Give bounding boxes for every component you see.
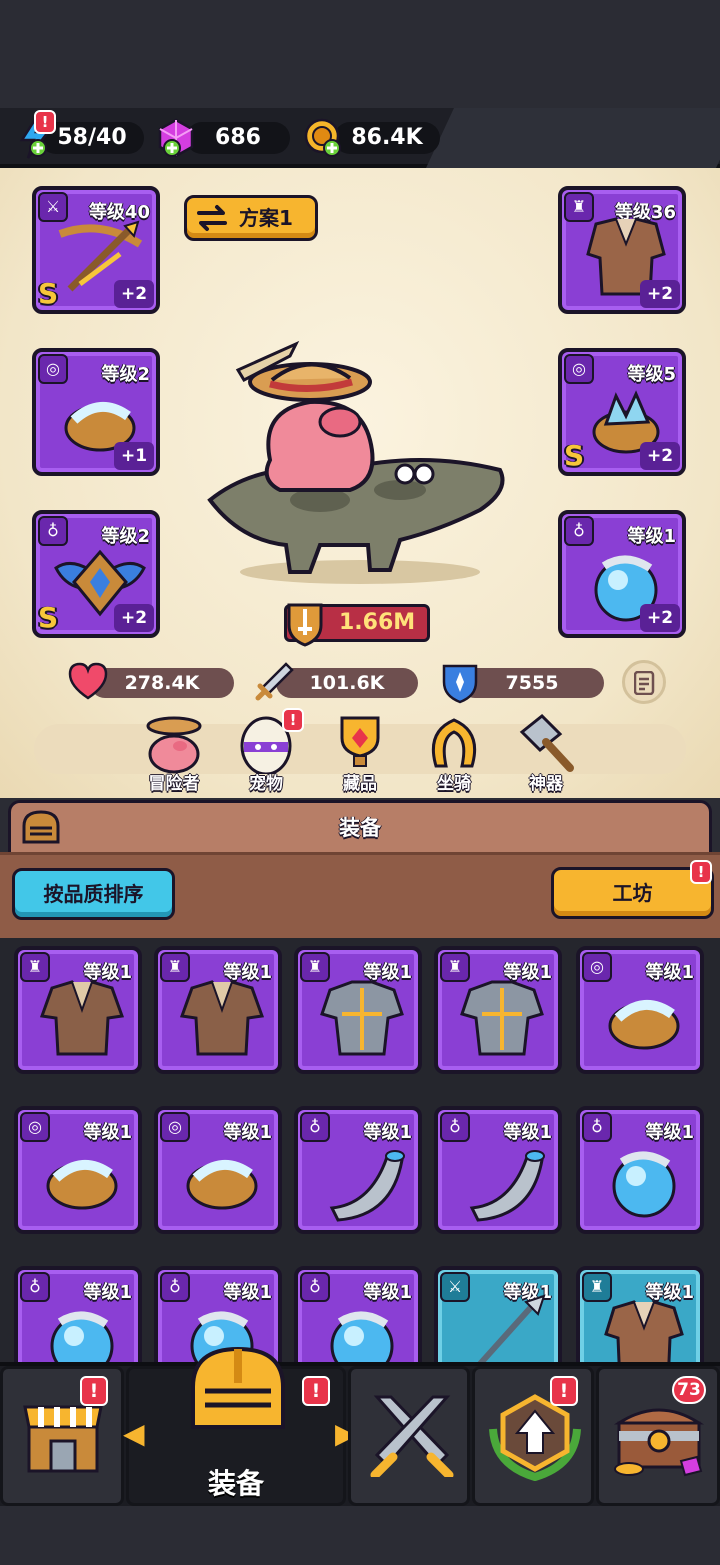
plan-switch-button[interactable]: 方案1	[184, 195, 318, 241]
inventory-item[interactable]: ♁ 等级1	[434, 1106, 562, 1234]
leather-armor-icon	[39, 980, 125, 1056]
crystal-orb-icon	[50, 1311, 114, 1366]
inventory-item[interactable]: ◎ 等级1	[14, 1106, 142, 1234]
hero-character[interactable]	[200, 340, 520, 590]
leather-vest-icon	[604, 1300, 684, 1366]
amulet-right-plus: +2	[640, 604, 680, 632]
workshop-alert-badge: !	[690, 860, 712, 884]
equipped-amulet-left-slot[interactable]: ♁ 等级2 S +2	[32, 510, 160, 638]
equipped-amulet-right-slot[interactable]: ♁ 等级1 +2	[558, 510, 686, 638]
amulet-left-plus: +2	[114, 604, 154, 632]
ring-right-rank: S	[564, 439, 585, 472]
ring-left-plus: +1	[114, 442, 154, 470]
inventory-item[interactable]: ⚔ 等级1	[434, 1266, 562, 1366]
equipped-ring-right-slot[interactable]: ◎ 等级5 S +2	[558, 348, 686, 476]
menu-collection-label: 藏品	[343, 774, 377, 794]
plate-armor-icon	[460, 980, 544, 1056]
inventory-item[interactable]: ♜ 等级1	[434, 946, 562, 1074]
spear-icon	[474, 1294, 546, 1366]
resource-bar-decoration	[426, 108, 720, 168]
shop-alert-badge: !	[80, 1376, 108, 1406]
inventory-item[interactable]: ◎ 等级1	[576, 946, 704, 1074]
gold-counter: 86.4K	[334, 122, 440, 154]
bracer-icon	[608, 999, 680, 1050]
inventory-grid: ♜ 等级1 ♜ 等级1 ♜ 等级1 ♜ 等级1 ◎ 等级1 ◎ 等级1 ◎ 等级…	[0, 938, 720, 1366]
shield-icon	[438, 660, 482, 704]
menu-mount-label: 坐骑	[437, 774, 471, 794]
pig-hero-icon	[146, 716, 202, 774]
menu-pet-label: 宠物	[249, 774, 283, 794]
menu-collection[interactable]: 藏品	[320, 712, 400, 794]
inventory-item[interactable]: ♁ 等级1	[14, 1266, 142, 1366]
menu-adventurer-label: 冒险者	[148, 774, 200, 794]
crystal-orb-icon	[612, 1151, 676, 1218]
gesture-area	[0, 1506, 720, 1565]
weapon-rank: S	[38, 277, 59, 310]
inventory-item[interactable]: ♁ 等级1	[294, 1106, 422, 1234]
menu-adventurer[interactable]: 冒险者	[134, 712, 214, 794]
attack-stat: 101.6K	[276, 668, 418, 698]
inventory-item[interactable]: ♜ 等级1	[154, 946, 282, 1074]
amulet-left-rank: S	[38, 601, 59, 634]
inventory-item[interactable]: ◎ 等级1	[154, 1106, 282, 1234]
bracer-icon	[46, 1159, 118, 1210]
swap-icon	[195, 204, 229, 245]
pet-alert-badge: !	[282, 708, 304, 732]
plan-label: 方案1	[239, 206, 293, 230]
menu-mount[interactable]: 坐骑	[414, 712, 494, 794]
treasure-chest-icon	[611, 1393, 707, 1483]
horn-icon	[329, 1150, 405, 1222]
sort-by-quality-button[interactable]: 按品质排序	[12, 868, 175, 920]
crystal-orb-icon	[330, 1311, 394, 1366]
energy-alert-badge: !	[34, 110, 56, 134]
nav-equipment-label: 装备	[207, 1467, 264, 1500]
status-spacer	[0, 0, 720, 108]
treasure-count-badge: 73	[672, 1376, 706, 1404]
upgrade-alert-badge: !	[550, 1376, 578, 1406]
inventory-item[interactable]: ♁ 等级1	[294, 1266, 422, 1366]
equipment-alert-badge: !	[302, 1376, 330, 1406]
gold-coin-icon[interactable]	[302, 116, 346, 160]
leather-armor-icon	[179, 980, 265, 1056]
power-value: 1.66M	[339, 610, 416, 635]
stats-detail-button[interactable]	[622, 660, 666, 704]
inventory-item[interactable]: ♜ 等级1	[576, 1266, 704, 1366]
menu-artifact[interactable]: 神器	[506, 712, 586, 794]
hp-stat: 278.4K	[90, 668, 234, 698]
equipment-panel-title: 装备	[339, 816, 381, 840]
hammer-icon	[519, 713, 574, 772]
equipped-armor-slot[interactable]: ♜ 等级36 +2	[558, 186, 686, 314]
inventory-item[interactable]: ♜ 等级1	[294, 946, 422, 1074]
menu-artifact-label: 神器	[529, 774, 563, 794]
helmet-icon	[183, 1343, 293, 1443]
inventory-item[interactable]: ♜ 等级1	[14, 946, 142, 1074]
sword-icon	[252, 660, 296, 704]
chevron-left-icon[interactable]: ◀	[123, 1417, 145, 1450]
combat-power: 1.66M	[284, 603, 430, 647]
inventory-item[interactable]: ♁ 等级1	[576, 1106, 704, 1234]
horseshoe-icon	[431, 718, 477, 768]
heart-icon	[66, 660, 110, 704]
horn-icon	[469, 1150, 545, 1222]
armor-plus: +2	[640, 280, 680, 308]
sword-shield-icon	[283, 601, 327, 657]
crossed-swords-icon	[367, 1391, 457, 1481]
weapon-plus: +2	[114, 280, 154, 308]
gem-counter: 686	[186, 122, 290, 154]
gem-icon[interactable]	[154, 116, 198, 160]
equipped-weapon-slot[interactable]: ⚔ 等级40 S +2	[32, 186, 160, 314]
nav-battle[interactable]	[348, 1366, 470, 1506]
plate-armor-icon	[320, 980, 404, 1056]
ring-right-plus: +2	[640, 442, 680, 470]
equipped-ring-left-slot[interactable]: ◎ 等级2 +1	[32, 348, 160, 476]
trophy-icon	[340, 716, 380, 767]
bracer-icon	[186, 1159, 258, 1210]
list-icon	[633, 670, 656, 699]
